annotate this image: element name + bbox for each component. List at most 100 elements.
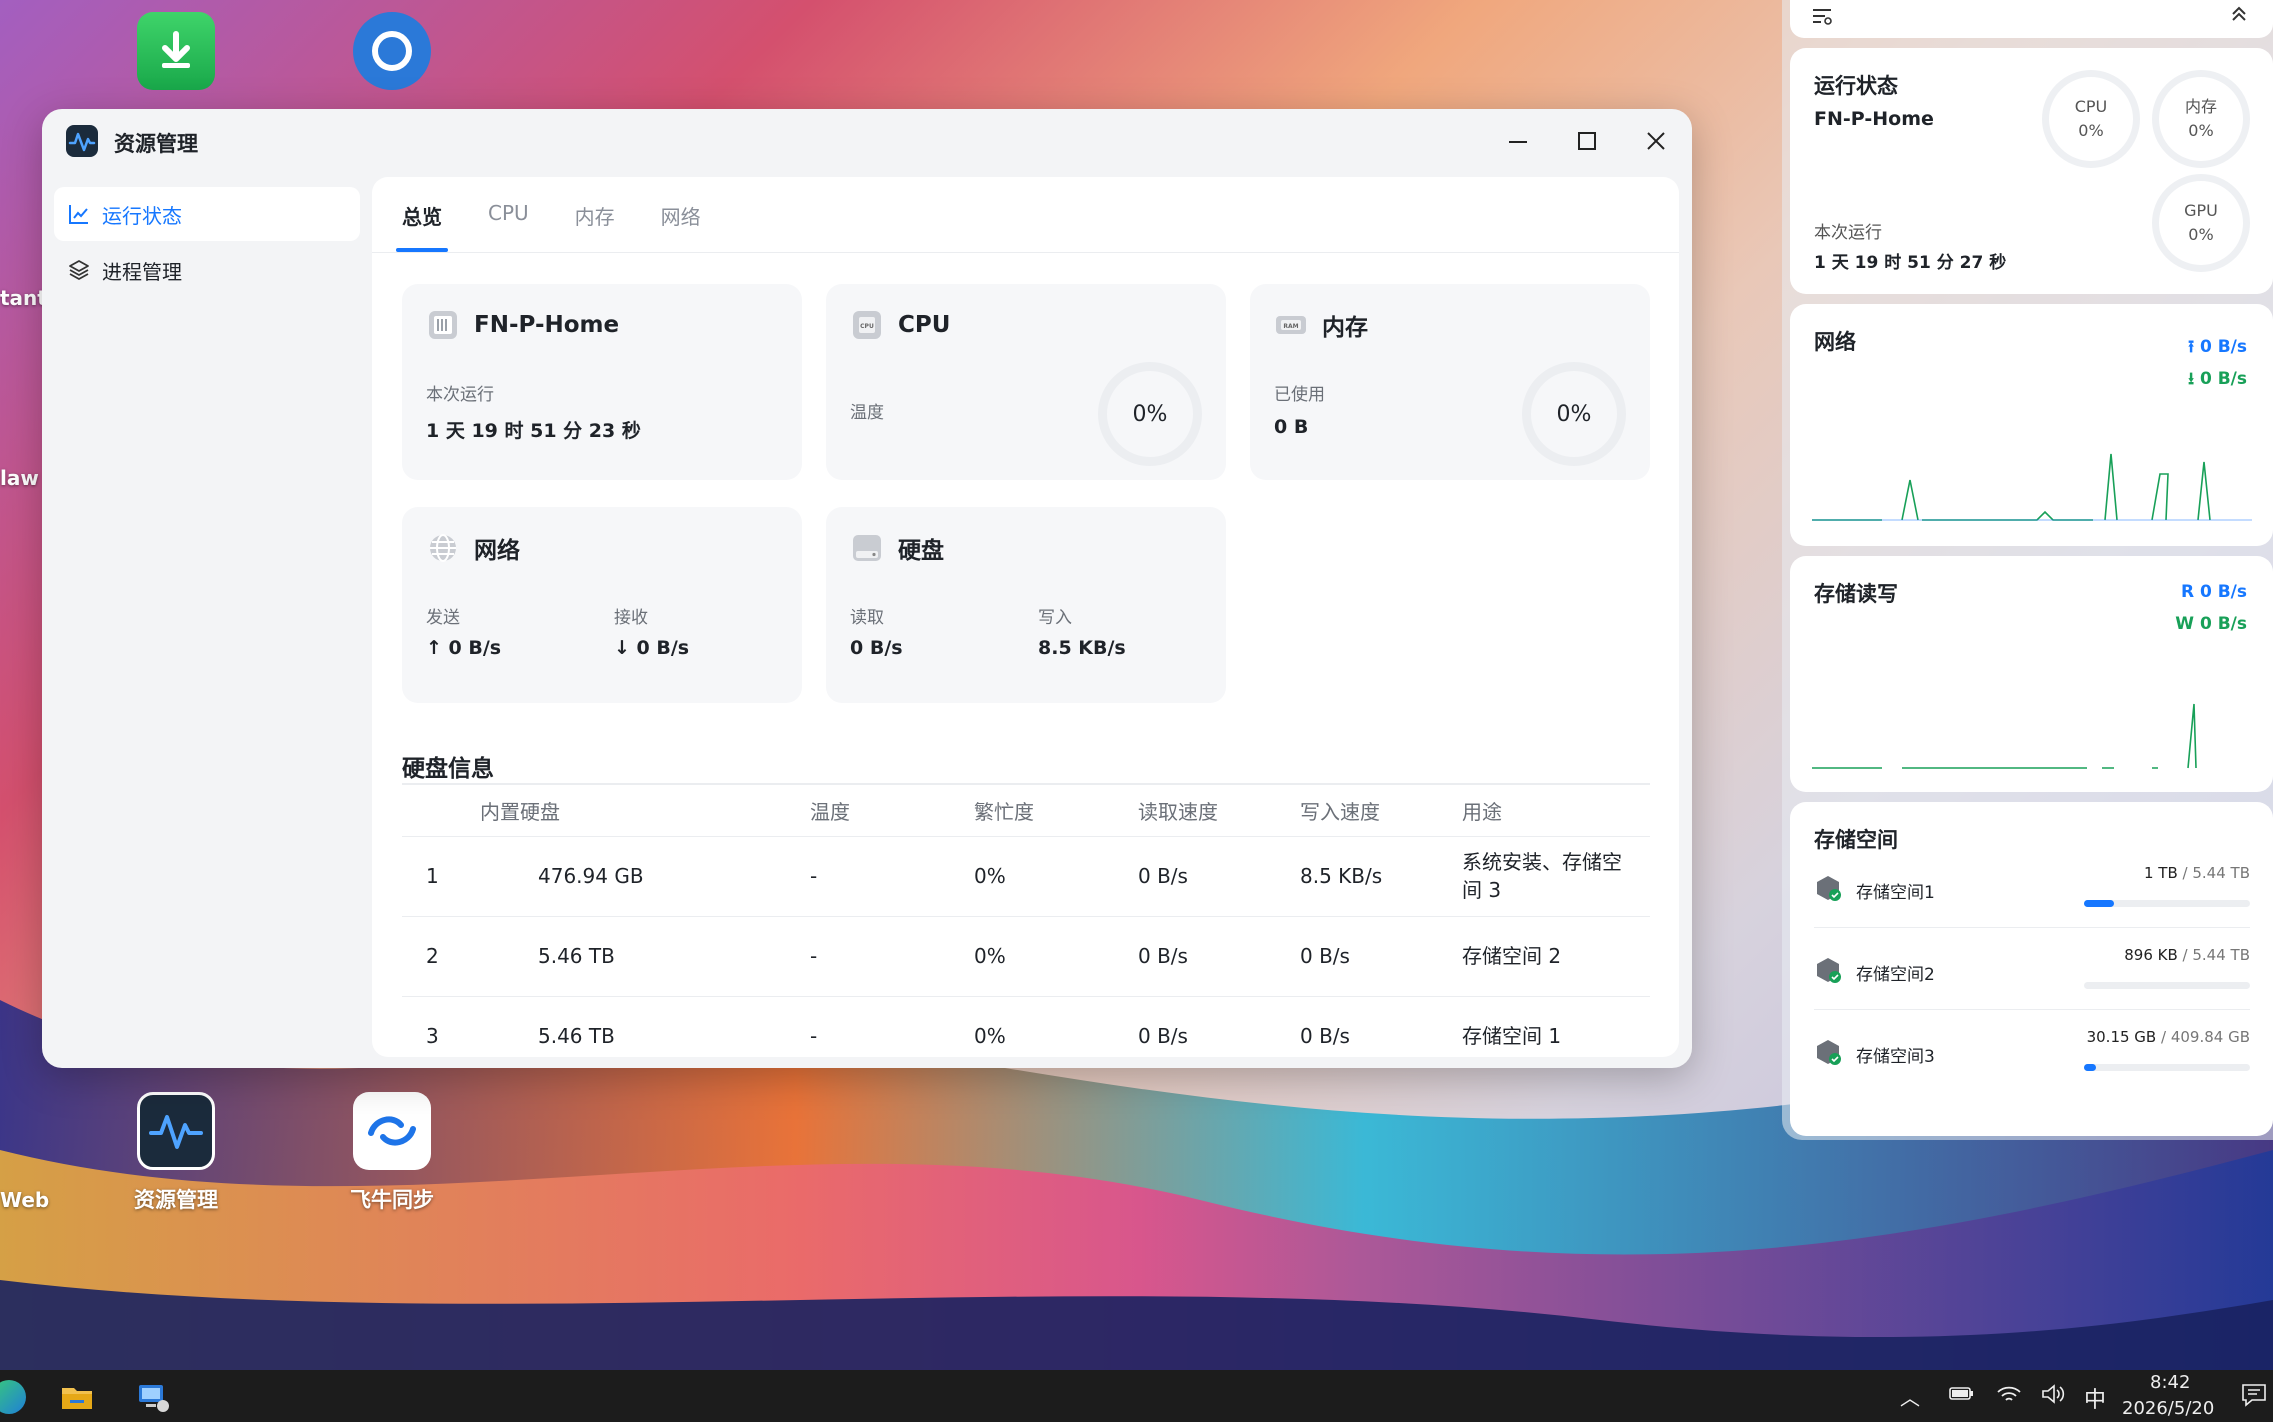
collapse-icon[interactable] — [2227, 2, 2251, 26]
disk-usage: 存储空间 1 — [1462, 996, 1650, 1057]
settings-list-icon[interactable] — [1810, 4, 1834, 28]
send-label: 发送 — [426, 608, 460, 628]
maximize-button[interactable] — [1567, 123, 1607, 159]
status-widget-title: 运行状态 — [1814, 74, 1898, 98]
disk-busy: 0% — [974, 836, 1138, 917]
storage-name: 存储空间1 — [1856, 883, 1935, 903]
storage-widget[interactable]: 存储空间 存储空间1 1 TB / 5.44 TB 存储空间2 896 KB /… — [1790, 802, 2273, 1136]
storage-usage-text: 896 KB / 5.44 TB — [2124, 946, 2250, 964]
disk-read-speed: 0 B/s — [1138, 996, 1300, 1057]
tab-cpu[interactable]: CPU — [488, 177, 529, 252]
disk-card: 硬盘 读取 0 B/s 写入 8.5 KB/s — [826, 507, 1226, 703]
disk-size: 5.46 TB — [480, 996, 810, 1057]
sidebar-item-label: 运行状态 — [102, 203, 182, 228]
line-chart-icon — [69, 205, 88, 224]
network-sparkline — [1812, 453, 2252, 521]
network-widget-title: 网络 — [1814, 330, 1856, 354]
close-button[interactable] — [1636, 123, 1676, 159]
disk-size: 5.46 TB — [480, 916, 810, 997]
table-row: 2 5.46 TB - 0% 0 B/s 0 B/s 存储空间 2 — [402, 916, 1650, 997]
upload-icon: ⭱ — [2188, 337, 2200, 357]
disk-usage: 系统安装、存储空间 3 — [1462, 836, 1650, 917]
desktop-edge-label: Web — [0, 1188, 50, 1212]
tab-overview[interactable]: 总览 — [396, 177, 448, 252]
gpu-gauge: GPU 0% — [2152, 174, 2250, 272]
memory-used-label: 已使用 — [1274, 385, 1325, 405]
download-icon: ⭳ — [2188, 369, 2200, 389]
network-card: 网络 发送 ↑ 0 B/s 接收 ↓ 0 B/s — [402, 507, 802, 703]
disk-read-speed: 0 B/s — [1138, 916, 1300, 997]
storage-progress-bar — [2084, 982, 2250, 989]
download-icon — [137, 12, 215, 90]
row-number: 3 — [402, 996, 480, 1057]
edge-browser-icon[interactable] — [0, 1380, 26, 1414]
disk-write-value: 8.5 KB/s — [1038, 637, 1126, 659]
storage-name: 存储空间2 — [1856, 965, 1935, 985]
volume-icon[interactable] — [2040, 1382, 2066, 1411]
network-widget[interactable]: 网络 ⭱ 0 B/s ⭳ 0 B/s — [1790, 304, 2273, 546]
storage-usage-text: 1 TB / 5.44 TB — [2144, 864, 2250, 882]
sidebar: 运行状态 进程管理 — [54, 187, 360, 299]
storage-widget-title: 存储空间 — [1814, 828, 1898, 852]
window-titlebar[interactable]: 资源管理 — [42, 109, 1692, 173]
battery-icon[interactable] — [1948, 1382, 1976, 1409]
memory-usage-gauge: 0% — [1522, 362, 1626, 466]
memory-card: RAM 内存 已使用 0 B 0% — [1250, 284, 1650, 480]
hard-drive-icon — [853, 535, 881, 561]
panel-toolbar — [1790, 0, 2273, 38]
io-widget[interactable]: 存储读写 R 0 B/s W 0 B/s — [1790, 556, 2273, 792]
table-row: 3 5.46 TB - 0% 0 B/s 0 B/s 存储空间 1 — [402, 996, 1650, 1057]
minimize-button[interactable] — [1498, 123, 1538, 159]
browser-icon — [353, 12, 431, 90]
storage-usage-text: 30.15 GB / 409.84 GB — [2086, 1028, 2250, 1046]
wifi-icon[interactable] — [1996, 1382, 2022, 1411]
io-read-speed: R 0 B/s — [2180, 582, 2247, 602]
ime-indicator[interactable]: 中 — [2084, 1382, 2106, 1414]
column-header: 写入速度 — [1300, 783, 1462, 837]
desktop-icon-sync[interactable]: 飞牛同步 — [322, 1092, 462, 1214]
tab-memory[interactable]: 内存 — [575, 177, 615, 252]
storage-volume-icon — [1817, 876, 1841, 901]
status-uptime-label: 本次运行 — [1814, 223, 1882, 243]
storage-item[interactable]: 存储空间3 30.15 GB / 409.84 GB — [1814, 1016, 2250, 1092]
file-explorer-icon[interactable] — [60, 1380, 94, 1414]
main-content: 总览 CPU 内存 网络 FN-P-Home 本次运行 1 天 19 时 51 … — [372, 177, 1679, 1057]
table-header-row: 内置硬盘 温度 繁忙度 读取速度 写入速度 用途 — [402, 783, 1650, 837]
desktop-icon-browser[interactable] — [322, 12, 462, 90]
arrow-up-icon: ↑ — [426, 637, 449, 659]
desktop-edge-label: law — [0, 466, 39, 490]
io-sparkline — [1812, 703, 2197, 769]
send-value: ↑ 0 B/s — [426, 637, 502, 659]
tab-bar: 总览 CPU 内存 网络 — [372, 177, 1679, 253]
remote-desktop-icon[interactable] — [136, 1380, 170, 1414]
clock-date[interactable]: 2026/5/20 — [2122, 1398, 2214, 1419]
desktop-icon-resource-manager[interactable]: 资源管理 — [106, 1092, 246, 1214]
show-hidden-icons-icon[interactable]: ︿ — [1900, 1382, 1920, 1411]
table-row: 1 476.94 GB - 0% 0 B/s 8.5 KB/s 系统安装、存储空… — [402, 836, 1650, 917]
disk-card-title: 硬盘 — [898, 538, 944, 564]
storage-item[interactable]: 存储空间1 1 TB / 5.44 TB — [1814, 852, 2250, 928]
clock-time[interactable]: 8:42 — [2150, 1372, 2190, 1393]
taskbar: ︿ 中 8:42 2026/5/20 — [0, 1370, 2273, 1422]
column-header: 读取速度 — [1138, 783, 1300, 837]
sidebar-item-process[interactable]: 进程管理 — [54, 243, 360, 297]
column-header: 内置硬盘 — [480, 783, 810, 837]
column-header: 繁忙度 — [974, 783, 1138, 837]
network-up-speed: ⭱ 0 B/s — [2188, 337, 2247, 357]
desktop-icon-download[interactable] — [106, 12, 246, 90]
svg-text:CPU: CPU — [860, 323, 874, 330]
uptime-value: 1 天 19 时 51 分 23 秒 — [426, 420, 641, 442]
memory-card-title: 内存 — [1322, 315, 1368, 341]
disk-usage: 存储空间 2 — [1462, 916, 1650, 997]
disk-read-label: 读取 — [850, 608, 884, 628]
disk-write-speed: 0 B/s — [1300, 996, 1462, 1057]
notification-icon[interactable] — [2240, 1382, 2268, 1413]
storage-progress-fill — [2084, 900, 2114, 907]
uptime-label: 本次运行 — [426, 385, 494, 405]
storage-item[interactable]: 存储空间2 896 KB / 5.44 TB — [1814, 934, 2250, 1010]
status-widget[interactable]: 运行状态 FN-P-Home 本次运行 1 天 19 时 51 分 27 秒 C… — [1790, 48, 2273, 294]
tab-network[interactable]: 网络 — [661, 177, 701, 252]
sidebar-item-status[interactable]: 运行状态 — [54, 187, 360, 241]
storage-progress-bar — [2084, 1064, 2250, 1071]
cpu-chip-icon: CPU — [853, 311, 881, 339]
